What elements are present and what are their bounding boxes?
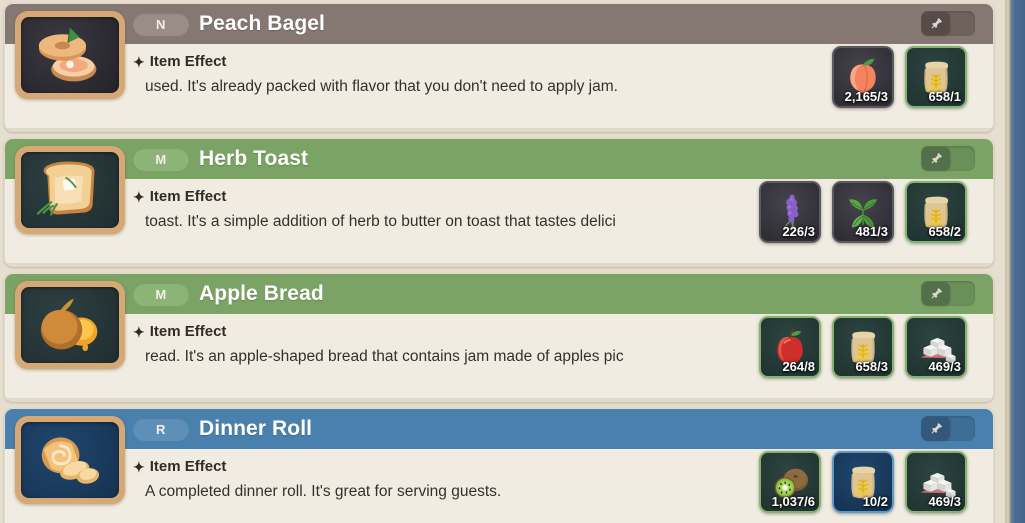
ingredient-list: 264/8 658/3 469/3 xyxy=(759,316,967,378)
ingredient-list: 1,037/6 10/2 469/3 xyxy=(759,451,967,513)
peach-bagel-icon-art xyxy=(32,22,108,88)
item-effect-description: read. It's an apple-shaped bread that co… xyxy=(145,348,624,365)
item-name: Apple Bread xyxy=(199,282,324,305)
sparkle-icon: ✦ xyxy=(133,188,145,205)
card-body: ✦ Item Effect read. It's an apple-shaped b… xyxy=(5,314,993,401)
sparkle-icon: ✦ xyxy=(133,458,145,475)
item-name: Herb Toast xyxy=(199,147,309,170)
item-thumbnail-inner xyxy=(21,17,119,93)
recipe-list[interactable]: N Peach Bagel ✦ Item Effect used. It's alrea… xyxy=(0,0,1000,523)
card-header: R Dinner Roll xyxy=(5,409,993,449)
pin-icon xyxy=(929,16,944,31)
ingredient-tile[interactable]: 658/3 xyxy=(832,316,894,378)
item-effect-description: used. It's already packed with flavor th… xyxy=(145,78,618,95)
ingredient-tile[interactable]: 2,165/3 xyxy=(832,46,894,108)
card-divider xyxy=(5,128,993,131)
ingredient-tile[interactable]: 226/3 xyxy=(759,181,821,243)
ingredient-tile[interactable]: 10/2 xyxy=(832,451,894,513)
card-header: M Herb Toast xyxy=(5,139,993,179)
ingredient-list: 2,165/3 658/1 xyxy=(832,46,967,108)
item-effect-heading: Item Effect xyxy=(149,323,227,340)
pin-icon xyxy=(929,421,944,436)
pin-toggle[interactable] xyxy=(921,416,975,441)
ingredient-tile[interactable]: 469/3 xyxy=(905,451,967,513)
card-body: ✦ Item Effect used. It's already packed wi… xyxy=(5,44,993,131)
item-thumbnail-inner xyxy=(21,287,119,363)
ingredient-count: 10/2 xyxy=(862,494,888,509)
ingredient-tile[interactable]: 469/3 xyxy=(905,316,967,378)
recipe-card[interactable]: N Peach Bagel ✦ Item Effect used. It's alrea… xyxy=(4,3,994,132)
herb-toast-icon-art xyxy=(32,157,108,223)
pin-toggle-knob xyxy=(922,417,950,440)
page-edge-sheen xyxy=(1009,0,1016,523)
ingredient-tile[interactable]: 264/8 xyxy=(759,316,821,378)
pin-toggle[interactable] xyxy=(921,281,975,306)
card-divider xyxy=(5,263,993,266)
item-thumbnail[interactable] xyxy=(15,146,125,234)
pin-toggle[interactable] xyxy=(921,11,975,36)
apple-bread-icon xyxy=(21,287,119,363)
pin-toggle-knob xyxy=(922,282,950,305)
item-effect-description: A completed dinner roll. It's great for … xyxy=(145,483,502,500)
ingredient-count: 226/3 xyxy=(782,224,815,239)
dinner-roll-icon-art xyxy=(32,427,108,493)
ingredient-tile[interactable]: 1,037/6 xyxy=(759,451,821,513)
item-thumbnail-inner xyxy=(21,422,119,498)
item-thumbnail[interactable] xyxy=(15,416,125,504)
recipe-card[interactable]: M Apple Bread ✦ Item Effect read. It's an ap… xyxy=(4,273,994,402)
item-thumbnail-inner xyxy=(21,152,119,228)
item-effect-description: toast. It's a simple addition of herb to… xyxy=(145,213,616,230)
ingredient-count: 658/3 xyxy=(855,359,888,374)
item-thumbnail[interactable] xyxy=(15,281,125,369)
pin-icon xyxy=(929,286,944,301)
recipe-card[interactable]: R Dinner Roll ✦ Item Effect A completed dinn… xyxy=(4,408,994,523)
ingredient-count: 658/1 xyxy=(928,89,961,104)
rarity-badge: R xyxy=(133,417,189,441)
ingredient-count: 1,037/6 xyxy=(771,494,815,509)
card-header: N Peach Bagel xyxy=(5,4,993,44)
ingredient-tile[interactable]: 658/1 xyxy=(905,46,967,108)
rarity-badge: M xyxy=(133,147,189,171)
item-effect-heading: Item Effect xyxy=(149,188,227,205)
recipe-card[interactable]: M Herb Toast ✦ Item Effect toast. It's a sim… xyxy=(4,138,994,267)
item-effect-heading: Item Effect xyxy=(149,458,227,475)
card-body: ✦ Item Effect toast. It's a simple additio… xyxy=(5,179,993,266)
ingredient-tile[interactable]: 658/2 xyxy=(905,181,967,243)
card-body: ✦ Item Effect A completed dinner roll. It'… xyxy=(5,449,993,523)
page-edge-decoration xyxy=(996,0,1025,523)
sparkle-icon: ✦ xyxy=(133,323,145,340)
herb-toast-icon xyxy=(21,152,119,228)
ingredient-count: 469/3 xyxy=(928,359,961,374)
pin-toggle-knob xyxy=(922,147,950,170)
item-thumbnail[interactable] xyxy=(15,11,125,99)
card-divider xyxy=(5,398,993,401)
item-name: Peach Bagel xyxy=(199,12,325,35)
pin-toggle[interactable] xyxy=(921,146,975,171)
dinner-roll-icon xyxy=(21,422,119,498)
ingredient-count: 481/3 xyxy=(855,224,888,239)
ingredient-tile[interactable]: 481/3 xyxy=(832,181,894,243)
item-effect-heading: Item Effect xyxy=(149,53,227,70)
ingredient-list: 226/3 481/3 658/2 xyxy=(759,181,967,243)
ingredient-count: 2,165/3 xyxy=(844,89,888,104)
pin-icon xyxy=(929,151,944,166)
pin-toggle-knob xyxy=(922,12,950,35)
sparkle-icon: ✦ xyxy=(133,53,145,70)
ingredient-count: 469/3 xyxy=(928,494,961,509)
item-name: Dinner Roll xyxy=(199,417,313,440)
peach-bagel-icon xyxy=(21,17,119,93)
card-header: M Apple Bread xyxy=(5,274,993,314)
rarity-badge: M xyxy=(133,282,189,306)
ingredient-count: 264/8 xyxy=(782,359,815,374)
rarity-badge: N xyxy=(133,12,189,36)
ingredient-count: 658/2 xyxy=(928,224,961,239)
apple-bread-icon-art xyxy=(32,292,108,358)
